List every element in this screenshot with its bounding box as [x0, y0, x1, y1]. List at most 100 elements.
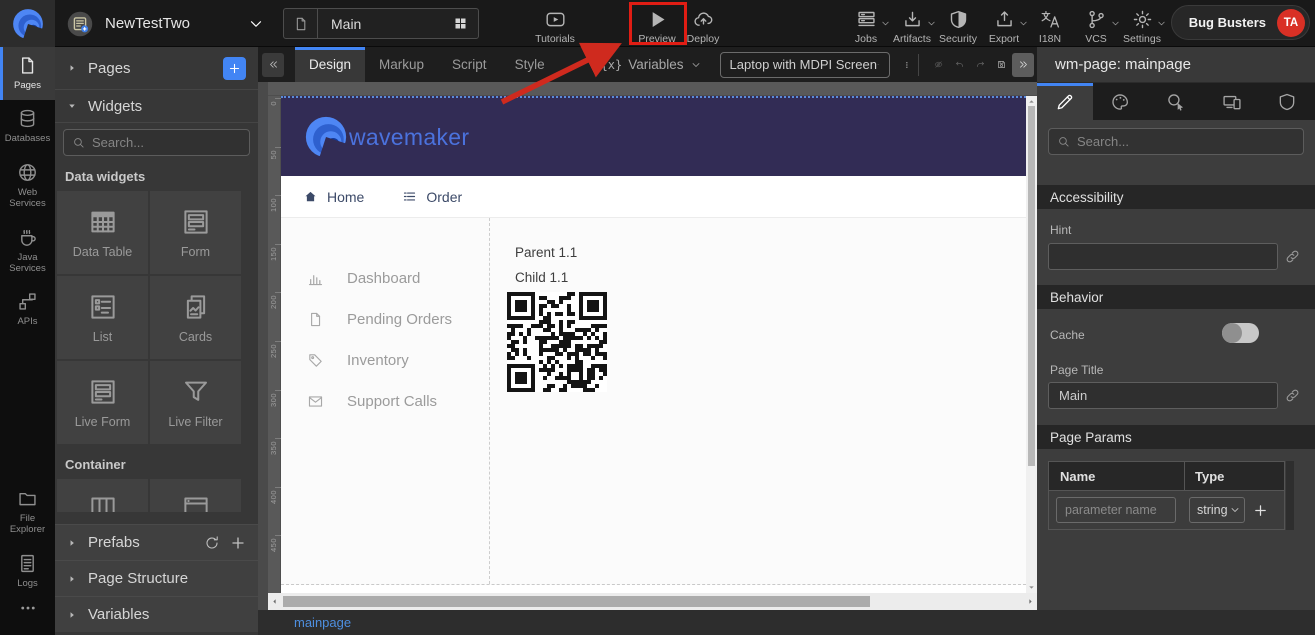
rail-java-services[interactable]: Java Services — [0, 219, 55, 284]
action-vcs[interactable]: VCS — [1073, 3, 1119, 45]
wavemaker-logo[interactable] — [0, 0, 55, 47]
widgets-accordion-label: Widgets — [88, 98, 142, 115]
rail-databases[interactable]: Databases — [0, 100, 55, 153]
action-artifacts[interactable]: Artifacts — [889, 3, 935, 45]
widget-container-layout[interactable] — [57, 479, 148, 512]
chevron-down-icon — [1156, 18, 1167, 29]
canvas-tab[interactable]: Script — [438, 47, 501, 82]
tab-properties[interactable] — [1037, 83, 1093, 120]
action-deploy[interactable]: Deploy — [680, 3, 726, 45]
page-selector[interactable]: Main — [283, 8, 479, 39]
menu-support-calls[interactable]: Support Calls — [281, 381, 489, 422]
menu-inventory[interactable]: Inventory — [281, 340, 489, 381]
accordion-action-icons[interactable] — [204, 535, 246, 551]
scrollbar-thumb[interactable] — [283, 596, 870, 607]
tab-styles[interactable] — [1093, 83, 1149, 120]
widgets-accordion[interactable]: Widgets — [55, 90, 258, 123]
chevron-down-icon[interactable] — [247, 15, 265, 33]
rail-more-button[interactable] — [0, 599, 55, 617]
menu-pending-orders[interactable]: Pending Orders — [281, 299, 489, 340]
accordion-prefabs[interactable]: Prefabs — [55, 524, 258, 560]
action-preview[interactable]: Preview — [634, 3, 680, 45]
topbar-actions-right: Jobs Artifacts Security Expor — [843, 0, 1165, 47]
rail-apis[interactable]: APIs — [0, 283, 55, 336]
cache-toggle[interactable] — [1222, 323, 1259, 343]
scrollbar-thumb[interactable] — [1028, 106, 1035, 466]
canvas-vertical-scrollbar[interactable] — [1026, 96, 1037, 593]
tab-events[interactable] — [1148, 83, 1204, 120]
collapse-panel-button[interactable] — [262, 53, 284, 77]
nav-home[interactable]: Home — [303, 189, 364, 205]
page-icon — [293, 16, 309, 32]
param-type-select[interactable]: string — [1189, 497, 1245, 523]
undo-icon[interactable] — [955, 54, 964, 75]
tab-devices[interactable] — [1204, 83, 1260, 120]
property-search — [1048, 128, 1304, 155]
widget-form[interactable]: Form — [150, 191, 241, 274]
add-page-button[interactable] — [223, 57, 246, 80]
rail-web-services[interactable]: Web Services — [0, 154, 55, 219]
canvas-horizontal-scrollbar[interactable] — [268, 593, 1037, 610]
expand-inspector-button[interactable] — [1012, 53, 1034, 77]
widget-data-table[interactable]: Data Table — [57, 191, 148, 274]
canvas-tab[interactable]: Design — [295, 47, 365, 82]
design-canvas-page[interactable]: wavemaker Home Order — [281, 96, 1026, 593]
action-tutorials[interactable]: Tutorials — [525, 3, 585, 45]
scroll-right-icon[interactable] — [1026, 597, 1035, 606]
rail-pages[interactable]: Pages — [0, 47, 55, 100]
property-search-input[interactable] — [1077, 134, 1295, 149]
accordion-page-structure[interactable]: Page Structure — [55, 560, 258, 596]
redo-icon[interactable] — [976, 54, 985, 75]
widget-cards[interactable]: Cards — [150, 276, 241, 359]
nav-order[interactable]: Order — [402, 189, 462, 205]
widget-live-filter[interactable]: Live Filter — [150, 361, 241, 444]
page-main-content: Parent 1.1 Child 1.1 — [490, 218, 1026, 584]
grid-icon[interactable] — [453, 16, 468, 31]
column-name: Name — [1049, 462, 1185, 491]
rail-logs[interactable]: Logs — [0, 545, 55, 598]
param-name-input[interactable] — [1056, 497, 1176, 523]
topbar: NewTestTwo Main Tutorials Preview — [0, 0, 1315, 47]
add-param-button[interactable] — [1245, 491, 1275, 529]
action-export[interactable]: Export — [981, 3, 1027, 45]
canvas-tab[interactable]: Markup — [365, 47, 438, 82]
pages-accordion[interactable]: Pages — [55, 47, 258, 90]
preview-eye-icon[interactable] — [934, 54, 943, 75]
project-switcher[interactable]: NewTestTwo — [66, 0, 265, 47]
scroll-left-icon[interactable] — [270, 597, 279, 606]
bind-page-title-icon[interactable] — [1284, 387, 1301, 404]
page-title-input[interactable] — [1048, 382, 1278, 409]
avatar[interactable]: TA — [1277, 9, 1305, 37]
save-icon[interactable] — [997, 54, 1006, 75]
widget-live-form[interactable]: Live Form — [57, 361, 148, 444]
scroll-down-icon[interactable] — [1027, 583, 1036, 592]
canvas-tab[interactable]: Style — [501, 47, 559, 82]
ellipsis-icon — [19, 599, 37, 617]
page-header-widget[interactable]: wavemaker — [281, 96, 1026, 176]
widget-container-panel[interactable] — [150, 479, 241, 512]
action-i18n[interactable]: I18N — [1027, 3, 1073, 45]
tab-security[interactable] — [1259, 83, 1315, 120]
widget-list[interactable]: List — [57, 276, 148, 359]
variables-button[interactable]: {x} Variables — [601, 57, 702, 72]
device-selector[interactable]: Laptop with MDPI Screen — [720, 52, 890, 78]
accordion-variables[interactable]: Variables — [55, 596, 258, 632]
more-options-icon[interactable] — [903, 56, 911, 74]
plus-icon — [228, 62, 241, 75]
action-settings[interactable]: Settings — [1119, 3, 1165, 45]
action-security[interactable]: Security — [935, 3, 981, 45]
scroll-up-icon[interactable] — [1027, 97, 1036, 106]
bind-hint-icon[interactable] — [1284, 248, 1301, 265]
action-jobs[interactable]: Jobs — [843, 3, 889, 45]
rail-file-explorer[interactable]: File Explorer — [0, 480, 55, 545]
menu-dashboard[interactable]: Dashboard — [281, 258, 489, 299]
hint-input[interactable] — [1048, 243, 1278, 270]
page-tab[interactable]: mainpage — [294, 615, 351, 630]
section-accessibility: Accessibility — [1037, 185, 1315, 209]
chevron-down-icon — [877, 58, 880, 71]
widgets-panel: Pages Widgets Data widgets Data Table — [55, 47, 258, 635]
hint-label: Hint — [1050, 223, 1071, 237]
team-pill[interactable]: Bug Busters TA — [1171, 5, 1310, 40]
inspector-tabs — [1037, 83, 1315, 120]
widget-search-input[interactable] — [92, 135, 241, 150]
